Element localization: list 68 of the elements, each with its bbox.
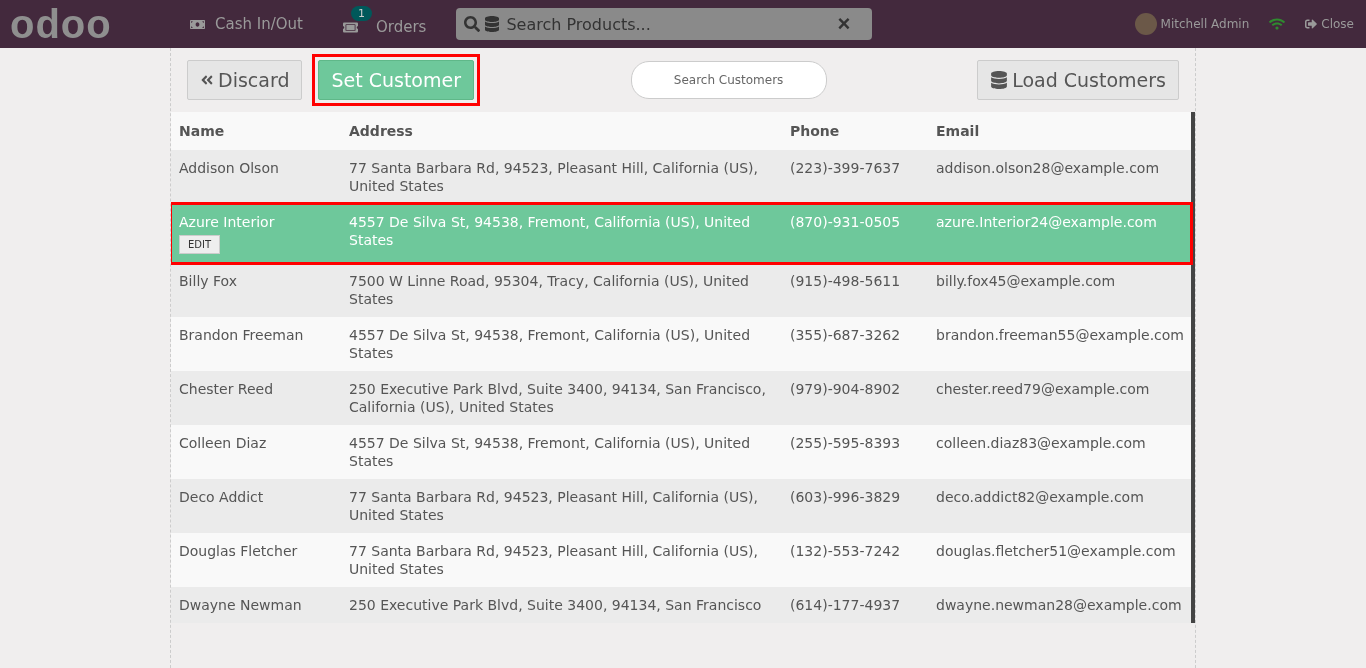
phone-cell-text: (979)-904-8902 [790,380,902,399]
email-cell-text: azure.Interior24@example.com [936,213,1158,232]
address-cell-text: 77 Santa Barbara Rd, 94523, Pleasant Hill, California (US), United States [349,488,759,524]
customer-row[interactable]: Douglas Fletcher 77 Santa Barbara Rd, 94523, Pleasant Hill, California (US), United States (132)-553-7242 douglas.fletcher51@example.com [171,533,1191,587]
customer-row[interactable]: Dwayne Newman 250 Executive Park Blvd, Suite 3400, 94134, San Francisco (614)-177-4937 dwayne.newman28@example.com [171,587,1191,623]
cash-in-out-button[interactable]: Cash In/Out [170,15,323,33]
customer-search-field[interactable]: Search Customers [630,61,827,99]
column-header: Address [349,122,414,140]
address-cell-text: 250 Executive Park Blvd, Suite 3400, 94134, San Francisco, California (US), United States [349,380,767,416]
email-cell-text: billy.fox45@example.com [936,272,1117,291]
customer-row[interactable]: Azure Interior EDIT 4557 De Silva St, 94538, Fremont, California (US), United States (870)-931-0505 azure.Interior24@example.com [171,204,1191,263]
close-button[interactable]: Close [1305,17,1354,31]
clear-button[interactable]: × [837,11,851,37]
orders-count-badge: 1 [350,6,372,21]
phone-cell-text: (603)-996-3829 [790,488,902,507]
edit-button[interactable]: EDIT [179,235,221,254]
customer-name: Billy Fox [179,273,237,289]
column-header: Phone [790,122,841,140]
customer-name: Addison Olson [179,160,279,176]
email-cell-text: dwayne.newman28@example.com [936,596,1183,614]
customer-name: Chester Reed [179,381,274,397]
email-cell-text: chester.reed79@example.com [936,380,1151,399]
address-cell-text: 4557 De Silva St, 94538, Fremont, California (US), United States [349,326,752,362]
address-cell-text: 77 Santa Barbara Rd, 94523, Pleasant Hill, California (US), United States [349,159,759,195]
address-cell-text: 4557 De Silva St, 94538, Fremont, California (US), United States [349,213,752,250]
avatar [1134,13,1157,35]
email-cell-text: colleen.diaz83@example.com [936,434,1147,453]
customer-name: Brandon Freeman [179,327,304,343]
phone-cell-text: (223)-399-7637 [790,159,902,178]
double-chevron-icon [200,73,214,87]
address-cell-text: 7500 W Linne Road, 95304, Tracy, California (US), United States [349,272,750,308]
customer-row[interactable]: Brandon Freeman 4557 De Silva St, 94538, Fremont, California (US), United States (355)-687-3262 brandon.freeman55@example.com [171,317,1191,371]
email-cell-text: deco.addict82@example.com [936,488,1145,507]
customer-name: Deco Addict [179,489,264,505]
customer-name: Colleen Diaz [179,435,267,451]
customer-name: Douglas Fletcher [179,543,298,559]
customer-row[interactable]: Colleen Diaz 4557 De Silva St, 94538, Fremont, California (US), United States (255)-595-8393 colleen.diaz83@example.com [171,425,1191,479]
email-cell-text: brandon.freeman55@example.com [936,326,1185,345]
column-header: Email [936,122,981,140]
email-cell-text: addison.olson28@example.com [936,159,1161,178]
user-name[interactable]: Mitchell Admin [1160,17,1250,31]
discard-button[interactable]: Discard [187,60,303,100]
customer-row[interactable]: Deco Addict 77 Santa Barbara Rd, 94523, Pleasant Hill, California (US), United States (603)-996-3829 deco.addict82@example.com [171,479,1191,533]
database-icon [990,71,1009,89]
phone-cell-text: (255)-595-8393 [790,434,902,453]
exit-icon [1305,18,1318,30]
customer-name: Dwayne Newman [179,597,302,613]
logo: odoo [9,1,113,48]
search-icon [464,16,481,32]
address-cell-text: 250 Executive Park Blvd, Suite 3400, 94134, San Francisco [349,596,763,614]
phone-cell-text: (132)-553-7242 [790,542,902,561]
phone-cell-text: (355)-687-3262 [790,326,902,345]
customer-row[interactable]: Billy Fox 7500 W Linne Road, 95304, Tracy, California (US), United States (915)-498-5611 billy.fox45@example.com [171,263,1191,317]
database-icon [484,16,501,32]
phone-cell-text: (870)-931-0505 [790,213,902,232]
orders-button[interactable]: 1 Orders [322,6,447,42]
address-cell-text: 77 Santa Barbara Rd, 94523, Pleasant Hill, California (US), United States [349,542,759,578]
phone-cell-text: (614)-177-4937 [790,596,902,614]
email-cell-text: douglas.fletcher51@example.com [936,542,1177,561]
customer-row[interactable]: Chester Reed 250 Executive Park Blvd, Suite 3400, 94134, San Francisco, California (US), United States (979)-904-8902 chester.reed79@example.com [171,371,1191,425]
address-cell-text: 4557 De Silva St, 94538, Fremont, California (US), United States [349,434,752,470]
phone-cell-text: (915)-498-5611 [790,272,902,291]
wifi-icon [1269,16,1286,32]
load-customers-button[interactable]: Load Customers [977,60,1179,100]
product-search-field[interactable]: Search Products... × [456,8,873,40]
customer-name: Azure Interior [179,214,275,230]
column-header: Name [179,122,226,140]
customer-row[interactable]: Addison Olson 77 Santa Barbara Rd, 94523, Pleasant Hill, California (US), United States (223)-399-7637 addison.olson28@example.com [171,150,1191,204]
